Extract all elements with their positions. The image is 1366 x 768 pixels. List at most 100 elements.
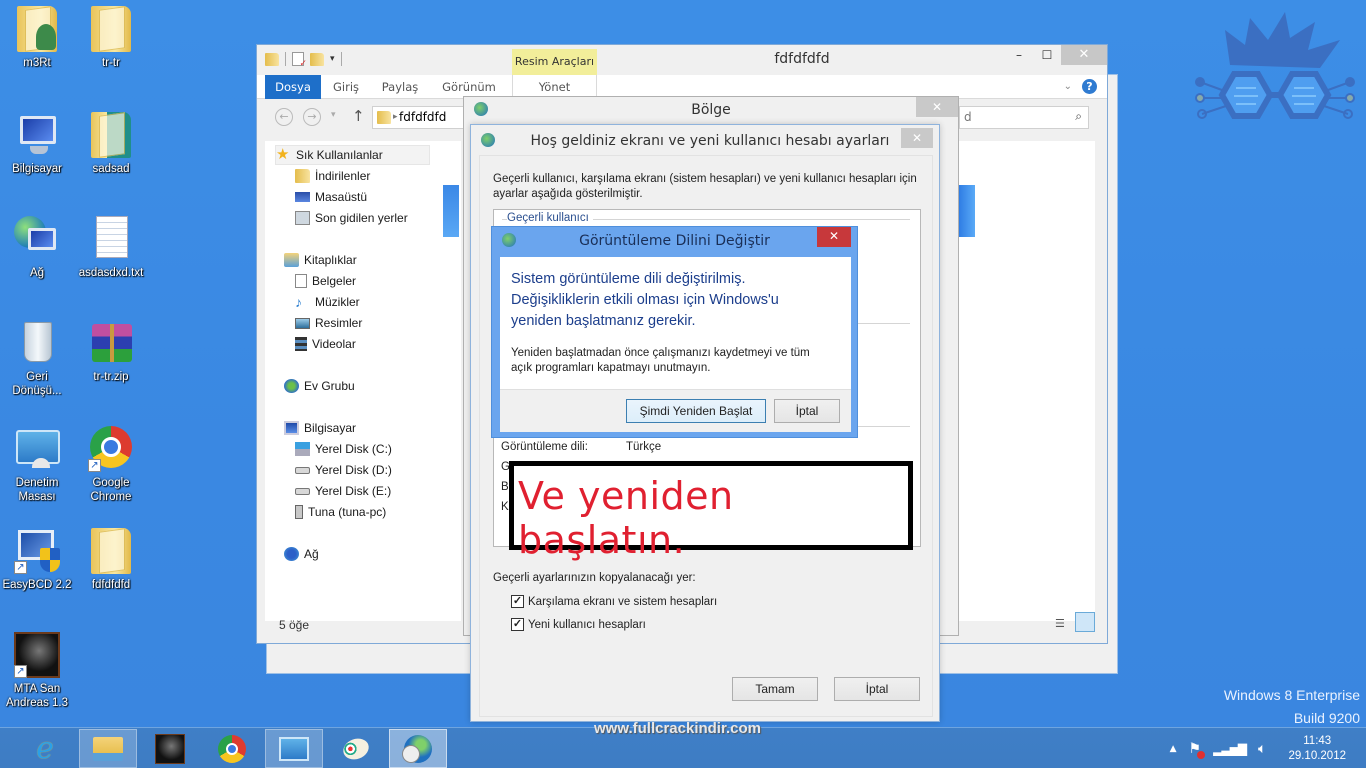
search-input[interactable]: d ⌕ (959, 106, 1089, 129)
folder-icon (88, 6, 134, 52)
mta-icon (155, 733, 185, 764)
up-button[interactable]: ↑ (352, 107, 365, 125)
nav-item-network-computer[interactable]: Tuna (tuna-pc) (295, 502, 386, 522)
taskbar-control-panel[interactable] (265, 729, 323, 768)
thumbnail-image[interactable] (959, 185, 975, 237)
taskbar-mta[interactable] (141, 729, 199, 768)
action-center-flag-icon[interactable]: ⚑ (1189, 741, 1206, 759)
show-hidden-icons-button[interactable]: ▲ (1170, 744, 1177, 754)
secondary-text-line: Yeniden başlatmadan önce çalışmanızı kay… (511, 347, 810, 359)
checkbox-welcome-screen[interactable]: ✓ Karşılama ekranı ve sistem hesapları (511, 595, 717, 608)
nav-item-drive-c[interactable]: Yerel Disk (C:) (295, 439, 392, 459)
brand-logo-icon (1195, 12, 1355, 119)
nav-item-downloads[interactable]: İndirilenler (295, 166, 370, 186)
control-panel-icon (14, 426, 60, 472)
recent-locations-dropdown-icon[interactable]: ▾ (331, 110, 336, 120)
cancel-button[interactable]: İptal (834, 677, 920, 701)
tab-file[interactable]: Dosya (265, 75, 321, 99)
nav-item-desktop[interactable]: Masaüstü (295, 187, 367, 207)
intro-text: Geçerli kullanıcı, karşılama ekranı (sis… (493, 173, 917, 200)
annotation-callout: Ve yeniden başlatın. (509, 461, 913, 562)
desktop-icon-asdasdxd[interactable]: asdasdxd.txt (74, 216, 148, 280)
nav-item-label: Videolar (312, 337, 356, 351)
nav-item-favorites[interactable]: ★ Sık Kullanılanlar (275, 145, 430, 165)
ok-button[interactable]: Tamam (732, 677, 818, 701)
nav-item-label: Yerel Disk (D:) (315, 463, 392, 477)
help-icon[interactable]: ? (1082, 79, 1097, 94)
desktop-icon-chrome[interactable]: ↗ Google Chrome (74, 426, 148, 504)
back-button[interactable]: ← (275, 108, 293, 126)
explorer-titlebar[interactable]: ▾ Resim Araçları fdfdfdfd – ☐ ✕ (257, 45, 1107, 75)
desktop-icon-label: tr-tr (102, 57, 120, 69)
nav-item-music[interactable]: ♪ Müzikler (295, 292, 360, 312)
network-signal-icon[interactable]: ▂▃▅▇ (1213, 742, 1247, 756)
shortcut-arrow-icon: ↗ (88, 459, 101, 472)
large-icons-view-button[interactable] (1075, 612, 1095, 632)
taskbar-internet-explorer[interactable]: e (16, 729, 74, 768)
tab-home[interactable]: Giriş (321, 75, 371, 99)
desktop-icon-label: Geri Dönüşü... (12, 371, 62, 397)
computer-icon (14, 112, 60, 158)
nav-item-computer[interactable]: Bilgisayar (284, 418, 356, 438)
easybcd-icon: ↗ (14, 528, 60, 574)
taskbar-chrome[interactable] (203, 729, 261, 768)
maximize-button[interactable]: ☐ (1033, 45, 1061, 65)
close-button[interactable]: ✕ (817, 227, 851, 247)
pictures-icon (295, 317, 310, 329)
text-file-icon (88, 216, 134, 262)
checkbox-checked-icon: ✓ (511, 595, 524, 608)
nav-item-recent-places[interactable]: Son gidilen yerler (295, 208, 408, 228)
downloads-icon (295, 169, 310, 183)
nav-item-documents[interactable]: Belgeler (295, 271, 356, 291)
winrar-archive-icon (88, 320, 134, 366)
close-button[interactable]: ✕ (916, 97, 958, 117)
restart-now-button[interactable]: Şimdi Yeniden Başlat (626, 399, 766, 423)
desktop-icon-fdfdfdfd[interactable]: fdfdfdfd (74, 528, 148, 592)
desktop-icon-label: Ağ (29, 267, 45, 279)
checkbox-new-user-accounts[interactable]: ✓ Yeni kullanıcı hesapları (511, 618, 646, 631)
close-button[interactable]: ✕ (1061, 45, 1107, 65)
desktop-icon-control-panel[interactable]: Denetim Masası (0, 426, 74, 504)
dialog-title: Hoş geldiniz ekranı ve yeni kullanıcı he… (530, 133, 890, 149)
desktop-icon-tr-tr-zip[interactable]: tr-tr.zip (74, 320, 148, 384)
expand-ribbon-icon[interactable]: ⌄ (1064, 81, 1072, 92)
nav-item-videos[interactable]: Videolar (295, 334, 356, 354)
display-language-value: Türkçe (626, 441, 662, 453)
desktop-icon-mta[interactable]: ↗ MTA San Andreas 1.3 (0, 632, 74, 710)
tab-share[interactable]: Paylaş (375, 75, 425, 99)
nav-item-drive-e[interactable]: Yerel Disk (E:) (295, 481, 391, 501)
thumbnail-image[interactable] (443, 185, 459, 237)
minimize-button[interactable]: – (1005, 45, 1033, 65)
desktop-icon-easybcd[interactable]: ↗ EasyBCD 2.2 (0, 528, 74, 592)
cancel-button[interactable]: İptal (774, 399, 840, 423)
nav-item-label: Yerel Disk (C:) (315, 442, 392, 456)
desktop-icon-bilgisayar[interactable]: Bilgisayar (0, 112, 74, 176)
nav-item-network[interactable]: Ağ (284, 544, 319, 564)
volume-icon[interactable]: 🔈︎ (1258, 741, 1266, 757)
taskbar-region-settings[interactable] (389, 729, 447, 768)
taskbar-file-explorer[interactable] (79, 729, 137, 768)
nav-item-libraries[interactable]: Kitaplıklar (284, 250, 357, 270)
dialog-footer: Şimdi Yeniden Başlat İptal (500, 389, 851, 432)
desktop-icon-label: m3Rt (23, 57, 51, 69)
nav-item-label: Resimler (315, 316, 363, 330)
details-view-button[interactable]: ☰ (1055, 617, 1065, 630)
clock-time: 11:43 (1303, 734, 1332, 747)
checkbox-label: Yeni kullanıcı hesapları (528, 618, 646, 631)
desktop-icon-recycle-bin[interactable]: Geri Dönüşü... (0, 320, 74, 398)
nav-item-homegroup[interactable]: Ev Grubu (284, 376, 355, 396)
taskbar-paint[interactable] (327, 729, 385, 768)
nav-item-drive-d[interactable]: Yerel Disk (D:) (295, 460, 392, 480)
chrome-icon: ↗ (88, 426, 134, 472)
close-button[interactable]: ✕ (901, 128, 933, 148)
forward-button[interactable]: → (303, 108, 321, 126)
clock[interactable]: 11:43 29.10.2012 (1288, 734, 1346, 764)
change-display-language-dialog: Görüntüleme Dilini Değiştir ✕ Sistem gör… (491, 226, 858, 438)
desktop-icon-m3rt[interactable]: m3Rt (0, 6, 74, 70)
desktop-icon-ag[interactable]: Ağ (0, 216, 74, 280)
network-icon (14, 216, 60, 262)
nav-item-pictures[interactable]: Resimler (295, 313, 362, 333)
desktop-icon-sadsad[interactable]: sadsad (74, 112, 148, 176)
libraries-icon (284, 253, 299, 267)
desktop-icon-tr-tr[interactable]: tr-tr (74, 6, 148, 70)
